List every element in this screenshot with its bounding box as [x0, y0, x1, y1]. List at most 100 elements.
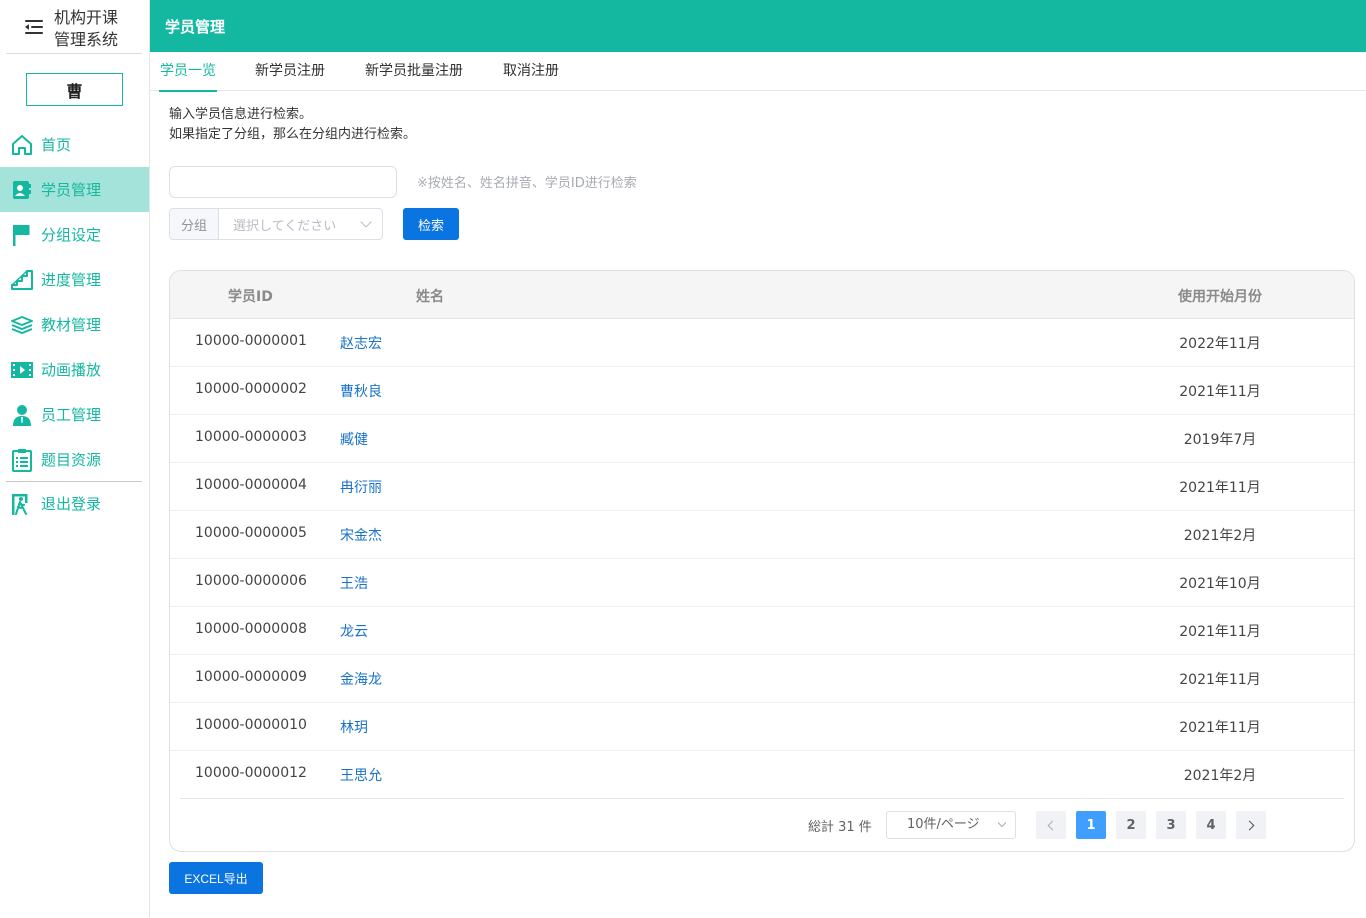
group-label: 分组 — [170, 209, 219, 239]
column-header-name: 姓名 — [416, 289, 444, 305]
tab-bar: 学员一览 新学员注册 新学员批量注册 取消注册 — [150, 52, 1366, 92]
group-select[interactable]: 選択してください — [219, 209, 382, 239]
app-root: 机构开课 管理系统 曹 首页 学员管理 分组设定 进度管理 教材管理 动画播放 … — [0, 0, 1366, 918]
page-size-select[interactable]: 10件/ページ — [886, 811, 1016, 839]
sidebar-item-label: 题目资源 — [41, 451, 102, 469]
table-bottom-divider — [180, 798, 1344, 799]
menu-toggle-icon[interactable] — [25, 19, 43, 35]
cell-start-month: 2021年2月 — [1183, 528, 1257, 544]
cell-student-id: 10000-0000008 — [195, 621, 307, 637]
books-icon — [10, 313, 34, 337]
search-note: ※按姓名、姓名拼音、学员ID进行检索 — [417, 176, 637, 191]
sidebar-item-staff[interactable]: 员工管理 — [0, 392, 149, 437]
cell-student-name[interactable]: 王思允 — [340, 765, 382, 785]
sidebar-item-students[interactable]: 学员管理 — [0, 167, 149, 212]
cell-start-month: 2021年11月 — [1179, 384, 1261, 400]
sidebar-item-label: 员工管理 — [41, 406, 102, 424]
excel-export-button[interactable]: EXCEL导出 — [169, 862, 263, 894]
cell-start-month: 2021年2月 — [1183, 768, 1257, 784]
student-card-icon — [10, 178, 34, 202]
search-hint-line2: 如果指定了分组，那么在分组内进行检索。 — [169, 127, 417, 142]
home-icon — [10, 133, 34, 157]
staff-icon — [10, 403, 34, 427]
table-row: 10000-0000005 宋金杰 2021年2月 — [170, 511, 1354, 559]
group-filter: 分组 選択してください — [169, 208, 383, 240]
search-input[interactable] — [169, 166, 397, 198]
cell-student-id: 10000-0000006 — [195, 573, 307, 589]
sidebar: 机构开课 管理系统 曹 首页 学员管理 分组设定 进度管理 教材管理 动画播放 … — [0, 0, 150, 918]
sidebar-item-animation[interactable]: 动画播放 — [0, 347, 149, 392]
brand-header: 机构开课 管理系统 — [6, 0, 142, 54]
cell-student-id: 10000-0000009 — [195, 669, 307, 685]
cell-start-month: 2019年7月 — [1183, 432, 1257, 448]
student-table: 学员ID 姓名 使用开始月份 10000-0000001 赵志宏 2022年11… — [169, 270, 1355, 852]
cell-start-month: 2021年11月 — [1179, 672, 1261, 688]
cell-student-id: 10000-0000012 — [195, 765, 307, 781]
cell-student-name[interactable]: 林玥 — [340, 717, 368, 737]
search-button[interactable]: 检索 — [403, 208, 459, 240]
chevron-left-icon — [1047, 820, 1058, 830]
sidebar-item-label: 首页 — [41, 136, 72, 154]
pagination-page-2[interactable]: 2 — [1116, 811, 1146, 839]
column-header-id: 学员ID — [228, 289, 273, 305]
cell-student-id: 10000-0000002 — [195, 381, 307, 397]
chevron-right-icon — [1244, 820, 1255, 830]
sidebar-nav: 首页 学员管理 分组设定 进度管理 教材管理 动画播放 员工管理 题目资源 — [0, 122, 149, 482]
cell-student-id: 10000-0000003 — [195, 429, 307, 445]
page-title: 学员管理 — [165, 17, 226, 36]
cell-start-month: 2021年10月 — [1179, 576, 1261, 592]
tab-student-list[interactable]: 学员一览 — [159, 52, 217, 92]
tab-unregister[interactable]: 取消注册 — [503, 52, 559, 91]
cell-student-name[interactable]: 曹秋良 — [340, 381, 382, 401]
pagination-page-1[interactable]: 1 — [1076, 811, 1106, 839]
checklist-icon — [10, 448, 34, 472]
pagination-page-4[interactable]: 4 — [1196, 811, 1226, 839]
cell-start-month: 2021年11月 — [1179, 720, 1261, 736]
table-row: 10000-0000008 龙云 2021年11月 — [170, 607, 1354, 655]
cell-student-id: 10000-0000005 — [195, 525, 307, 541]
sidebar-item-questions[interactable]: 题目资源 — [0, 437, 149, 482]
group-select-placeholder: 選択してください — [233, 218, 337, 234]
cell-student-name[interactable]: 赵志宏 — [340, 333, 382, 353]
sidebar-item-materials[interactable]: 教材管理 — [0, 302, 149, 347]
cell-student-name[interactable]: 龙云 — [340, 621, 368, 641]
sidebar-item-groups[interactable]: 分组设定 — [0, 212, 149, 257]
sidebar-item-label: 进度管理 — [41, 271, 102, 289]
logout-button[interactable]: 退出登录 — [0, 481, 149, 526]
tab-batch-register[interactable]: 新学员批量注册 — [365, 52, 463, 91]
pagination-next-button[interactable] — [1236, 811, 1266, 839]
sidebar-item-home[interactable]: 首页 — [0, 122, 149, 167]
table-row: 10000-0000009 金海龙 2021年11月 — [170, 655, 1354, 703]
app-title: 机构开课 管理系统 — [54, 7, 134, 51]
cell-student-name[interactable]: 王浩 — [340, 573, 368, 593]
table-row: 10000-0000012 王思允 2021年2月 — [170, 751, 1354, 799]
pagination-prev-button[interactable] — [1036, 811, 1066, 839]
tab-new-student[interactable]: 新学员注册 — [255, 52, 325, 91]
cell-student-name[interactable]: 冉衍丽 — [340, 477, 382, 497]
table-row: 10000-0000001 赵志宏 2022年11月 — [170, 319, 1354, 367]
sidebar-item-label: 退出登录 — [41, 495, 102, 513]
cell-student-id: 10000-0000004 — [195, 477, 307, 493]
search-hint-line1: 输入学员信息进行检索。 — [169, 107, 313, 122]
sidebar-item-label: 分组设定 — [41, 226, 102, 244]
chevron-down-icon — [360, 216, 372, 228]
top-header: 学员管理 — [150, 0, 1366, 52]
stairs-icon — [10, 268, 34, 292]
sidebar-item-progress[interactable]: 进度管理 — [0, 257, 149, 302]
cell-student-name[interactable]: 宋金杰 — [340, 525, 382, 545]
exit-icon — [10, 492, 34, 516]
cell-student-name[interactable]: 金海龙 — [340, 669, 382, 689]
pagination-page-3[interactable]: 3 — [1156, 811, 1186, 839]
cell-start-month: 2021年11月 — [1179, 624, 1261, 640]
sidebar-item-label: 学员管理 — [41, 181, 102, 199]
table-row: 10000-0000010 林玥 2021年11月 — [170, 703, 1354, 751]
user-avatar-box[interactable]: 曹 — [26, 73, 123, 106]
cell-student-id: 10000-0000001 — [195, 333, 307, 349]
film-icon — [10, 358, 34, 382]
column-header-month: 使用开始月份 — [1178, 289, 1262, 305]
cell-student-id: 10000-0000010 — [195, 717, 307, 733]
cell-student-name[interactable]: 臧健 — [340, 429, 368, 449]
app-title-line2: 管理系统 — [54, 30, 119, 49]
sidebar-item-label: 教材管理 — [41, 316, 102, 334]
table-row: 10000-0000003 臧健 2019年7月 — [170, 415, 1354, 463]
